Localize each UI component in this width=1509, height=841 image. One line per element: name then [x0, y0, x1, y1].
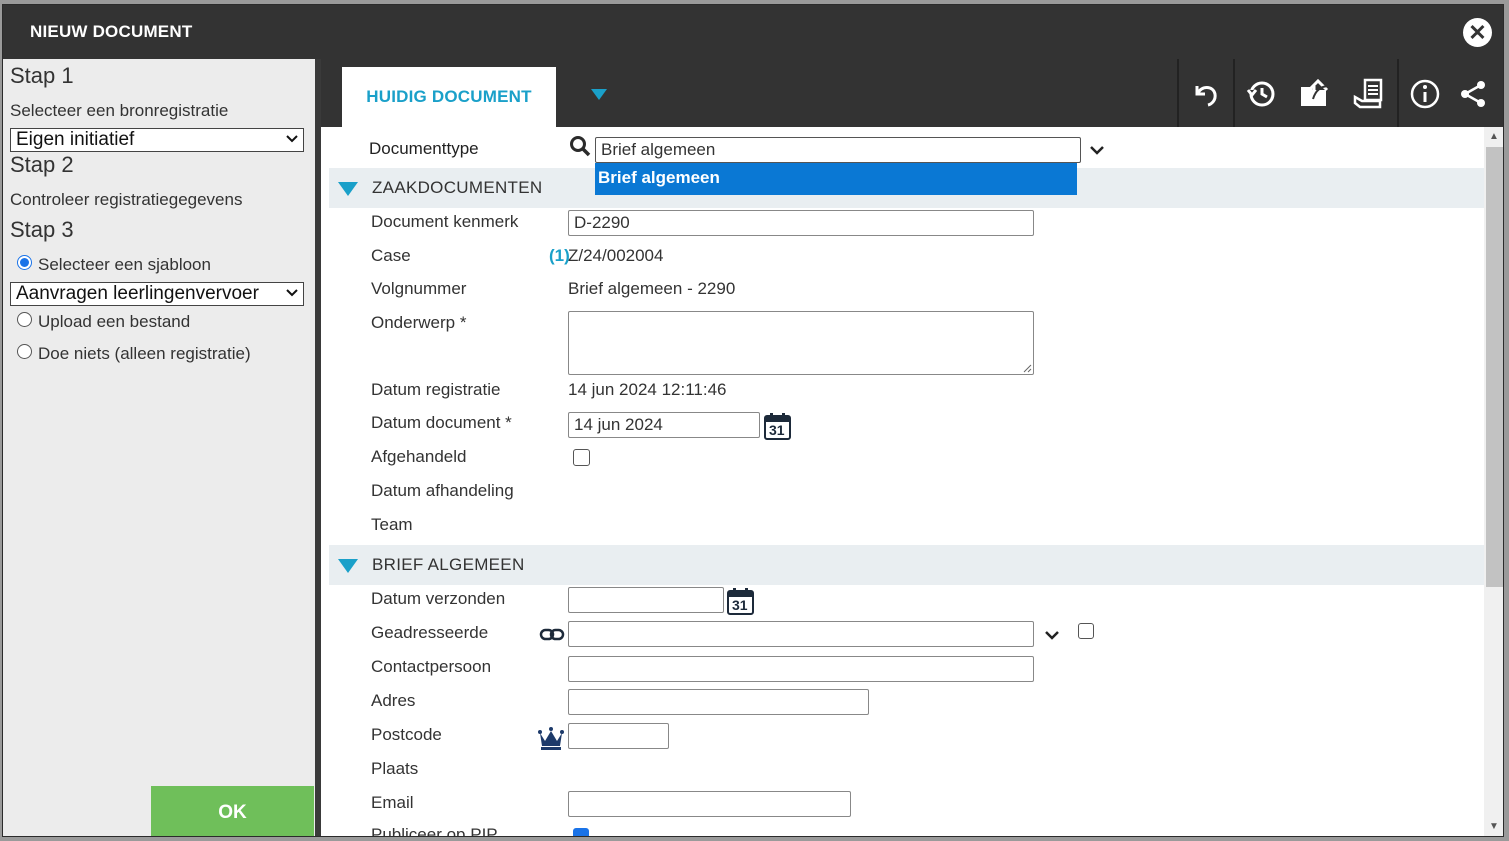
- step2-text: Controleer registratiegegevens: [10, 190, 243, 209]
- scroll-down-icon[interactable]: ▼: [1489, 821, 1499, 832]
- tab-dropdown-icon[interactable]: [591, 89, 607, 100]
- datum-verzonden-input[interactable]: [568, 587, 724, 613]
- datum-document-input[interactable]: 14 jun 2024: [568, 412, 760, 438]
- adres-input[interactable]: [568, 689, 869, 715]
- step2-heading: Stap 2: [10, 152, 74, 177]
- kenmerk-label: Document kenmerk: [371, 212, 519, 231]
- datum-document-value: 14 jun 2024: [574, 415, 663, 434]
- tab-current-document[interactable]: HUIDIG DOCUMENT: [342, 67, 556, 127]
- geadresseerde-input[interactable]: [568, 621, 1034, 647]
- postcode-input[interactable]: [568, 723, 669, 749]
- publiceer-checkbox[interactable]: [573, 828, 589, 836]
- info-icon[interactable]: [1408, 77, 1442, 111]
- chevron-down-icon: [285, 284, 299, 306]
- scrollbar-thumb[interactable]: [1486, 147, 1503, 587]
- chevron-down-icon[interactable]: [1089, 142, 1105, 158]
- template-select-value: Aanvragen leerlingenvervoer: [16, 283, 259, 304]
- section-brief-algemeen[interactable]: BRIEF ALGEMEEN: [329, 545, 1484, 585]
- step1-text: Selecteer een bronregistratie: [10, 101, 229, 120]
- case-label: Case: [371, 246, 411, 265]
- form-scrollbar[interactable]: ▲ ▼: [1484, 127, 1503, 836]
- email-input[interactable]: [568, 791, 851, 817]
- toolbar-separator: [1177, 59, 1179, 127]
- email-label: Email: [371, 793, 414, 812]
- scan-document-icon[interactable]: [1352, 77, 1386, 111]
- radio-upload-file-label: Upload een bestand: [38, 312, 191, 331]
- ok-button[interactable]: OK: [151, 786, 314, 836]
- section-zaakdocumenten-title: ZAAKDOCUMENTEN: [372, 178, 543, 197]
- geadresseerde-label: Geadresseerde: [371, 623, 489, 642]
- contactpersoon-input[interactable]: [568, 656, 1034, 682]
- contactpersoon-label: Contactpersoon: [371, 657, 492, 676]
- toolbar-separator: [1397, 59, 1399, 127]
- chevron-down-icon: [285, 130, 299, 152]
- history-icon[interactable]: [1244, 77, 1278, 111]
- datum-document-label: Datum document *: [371, 413, 512, 432]
- adres-label: Adres: [371, 691, 416, 710]
- resize-grip-icon[interactable]: [1022, 363, 1032, 373]
- radio-select-template[interactable]: [17, 255, 32, 270]
- case-value: Z/24/002004: [568, 246, 664, 265]
- onderwerp-textarea[interactable]: [568, 311, 1034, 375]
- datum-afhandeling-label: Datum afhandeling: [371, 481, 514, 500]
- toolbar-separator: [1233, 59, 1235, 127]
- calendar-day: 31: [732, 597, 748, 613]
- datum-verzonden-label: Datum verzonden: [371, 589, 506, 608]
- step3-heading: Stap 3: [10, 217, 74, 242]
- afgehandeld-checkbox[interactable]: [573, 449, 590, 466]
- collapse-triangle-icon[interactable]: [338, 559, 358, 573]
- template-select[interactable]: Aanvragen leerlingenvervoer: [10, 282, 304, 306]
- calendar-day: 31: [769, 422, 785, 438]
- section-brief-algemeen-title: BRIEF ALGEMEEN: [372, 555, 525, 574]
- datum-registratie-value: 14 jun 2024 12:11:46: [568, 380, 727, 399]
- calendar-icon[interactable]: 31: [727, 587, 754, 615]
- doctype-value: Brief algemeen: [601, 140, 716, 159]
- case-count-badge[interactable]: (1): [549, 246, 570, 266]
- wizard-steps-panel: Stap 1 Selecteer een bronregistratie Eig…: [3, 59, 315, 836]
- onderwerp-label: Onderwerp *: [371, 313, 467, 332]
- radio-select-template-label: Selecteer een sjabloon: [38, 255, 211, 274]
- afgehandeld-label: Afgehandeld: [371, 447, 467, 466]
- document-panel: HUIDIG DOCUMENT Documenttype Brief algem…: [321, 59, 1503, 837]
- chevron-down-icon[interactable]: [1044, 627, 1060, 643]
- step1-heading: Stap 1: [10, 63, 74, 88]
- doctype-option[interactable]: Brief algemeen: [595, 163, 1077, 195]
- radio-do-nothing-label: Doe niets (alleen registratie): [38, 344, 251, 363]
- search-icon[interactable]: [569, 135, 591, 157]
- volgnummer-label: Volgnummer: [371, 279, 467, 298]
- doctype-label: Documenttype: [369, 139, 479, 158]
- document-form: Documenttype Brief algemeen ZAAKDOCUMENT…: [321, 127, 1484, 837]
- radio-upload-file[interactable]: [17, 312, 32, 327]
- collapse-triangle-icon[interactable]: [338, 182, 358, 196]
- crown-icon[interactable]: [537, 725, 565, 751]
- publiceer-label: Publiceer op PIP: [371, 825, 498, 837]
- plaats-label: Plaats: [371, 759, 419, 778]
- volgnummer-value: Brief algemeen - 2290: [568, 279, 736, 298]
- dialog-title: NIEUW DOCUMENT: [30, 22, 193, 41]
- new-document-dialog: NIEUW DOCUMENT ✕ Stap 1 Selecteer een br…: [2, 4, 1504, 837]
- doctype-input[interactable]: Brief algemeen: [595, 137, 1081, 163]
- calendar-icon[interactable]: 31: [764, 412, 791, 440]
- document-toolbar: HUIDIG DOCUMENT: [321, 59, 1503, 127]
- radio-do-nothing[interactable]: [17, 344, 32, 359]
- postcode-label: Postcode: [371, 725, 442, 744]
- share-icon[interactable]: [1456, 77, 1490, 111]
- scroll-up-icon[interactable]: ▲: [1489, 131, 1499, 142]
- dialog-titlebar: NIEUW DOCUMENT ✕: [3, 5, 1503, 59]
- datum-registratie-label: Datum registratie: [371, 380, 501, 399]
- close-icon[interactable]: ✕: [1463, 18, 1492, 47]
- link-icon[interactable]: [539, 627, 565, 643]
- kenmerk-value: D-2290: [574, 213, 630, 232]
- undo-icon[interactable]: [1188, 77, 1222, 111]
- team-label: Team: [371, 515, 413, 534]
- source-registration-value: Eigen initiatief: [16, 129, 135, 150]
- geadresseerde-checkbox[interactable]: [1078, 623, 1094, 639]
- kenmerk-input[interactable]: D-2290: [568, 210, 1034, 236]
- source-registration-select[interactable]: Eigen initiatief: [10, 128, 304, 152]
- folder-upload-icon[interactable]: [1298, 77, 1332, 111]
